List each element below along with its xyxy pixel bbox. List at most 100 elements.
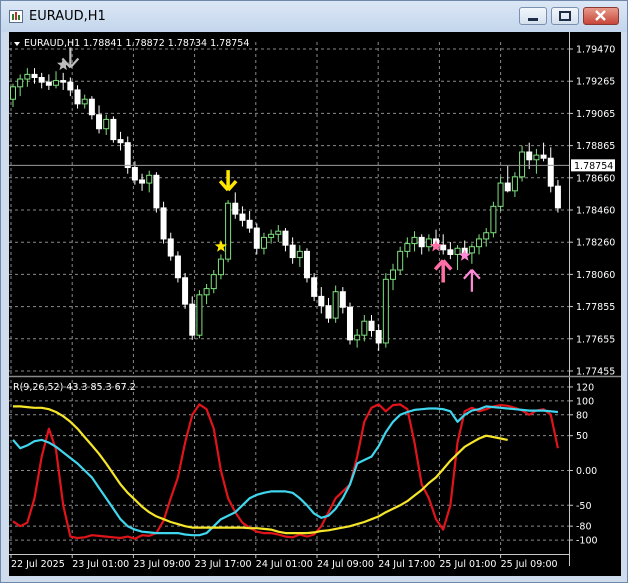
minimize-icon bbox=[528, 18, 538, 21]
bear-candle-body bbox=[339, 291, 346, 308]
chart-area[interactable]: 1.79470 1.79265 1.79065 1.78865 1.78660 1.784… bbox=[9, 32, 621, 576]
bear-candle-body bbox=[117, 139, 124, 144]
time-tick-label: 25 Jul 01:00 bbox=[439, 559, 496, 570]
bull-candle-body bbox=[468, 246, 475, 254]
indicator-tick-label: -50 bbox=[576, 501, 592, 512]
time-axis: 22 Jul 2025 23 Jul 01:00 23 Jul 09:00 23 Ju… bbox=[9, 554, 569, 570]
close-button[interactable] bbox=[583, 7, 619, 25]
bear-candle-body bbox=[139, 179, 146, 184]
restore-button[interactable] bbox=[551, 7, 579, 25]
bear-candle-body bbox=[160, 207, 167, 240]
bull-candle-body bbox=[217, 258, 224, 276]
chart-header: EURAUD,H1 1.78841 1.78872 1.78734 1.7875… bbox=[14, 38, 249, 49]
bull-candle-body bbox=[382, 278, 389, 344]
indicator-tick-label: 0.00 bbox=[576, 466, 597, 477]
time-tick-label: 24 Jul 17:00 bbox=[378, 559, 435, 570]
chart-window-icon bbox=[9, 10, 23, 23]
bull-candle-body bbox=[397, 250, 404, 271]
bull-candle-body bbox=[361, 320, 368, 336]
time-tick-label: 22 Jul 2025 bbox=[11, 559, 65, 570]
triangle-down-icon[interactable] bbox=[14, 42, 20, 46]
bear-candle-body bbox=[447, 249, 454, 255]
bull-candle-body bbox=[196, 294, 203, 336]
bear-candle-body bbox=[131, 167, 138, 181]
bull-candle-body bbox=[275, 230, 282, 235]
bear-candle-body bbox=[153, 174, 160, 209]
arrow-up-icon bbox=[433, 259, 453, 283]
time-tick-label: 23 Jul 09:00 bbox=[133, 559, 190, 570]
price-tick-label: 1.78460 bbox=[576, 206, 615, 217]
bear-candle-body bbox=[45, 81, 52, 86]
restore-icon bbox=[559, 11, 571, 21]
bull-candle-body bbox=[511, 176, 518, 192]
bull-candle-body bbox=[260, 236, 267, 249]
symbol-ohlc-label: EURAUD,H1 1.78841 1.78872 1.78734 1.7875… bbox=[24, 38, 249, 49]
bear-candle-body bbox=[174, 255, 181, 279]
price-tick-label: 1.79065 bbox=[576, 109, 615, 120]
bull-candle-body bbox=[17, 78, 24, 88]
price-tick-label: 1.78660 bbox=[576, 173, 615, 184]
bear-candle-body bbox=[311, 277, 318, 297]
bull-candle-body bbox=[146, 174, 153, 184]
bear-candle-body bbox=[303, 250, 310, 279]
indicator-lines bbox=[12, 403, 559, 540]
bull-candle-body bbox=[210, 274, 217, 290]
bull-candle-body bbox=[296, 250, 303, 259]
bear-candle-body bbox=[547, 157, 554, 187]
price-tick-label: 1.78260 bbox=[576, 238, 615, 249]
bear-candle-body bbox=[124, 142, 131, 169]
indicator-tick-label: -100 bbox=[576, 536, 598, 547]
time-tick-label: 23 Jul 01:00 bbox=[72, 559, 129, 570]
bull-candle-body bbox=[390, 269, 397, 280]
indicator-tick-label: 120 bbox=[576, 382, 594, 393]
indicator-tick-label: 100 bbox=[576, 396, 594, 407]
bull-candle-body bbox=[411, 236, 418, 245]
bull-candle-body bbox=[354, 334, 361, 341]
grid-lines bbox=[9, 42, 569, 374]
bear-candle-body bbox=[504, 182, 511, 192]
indicator-tick-label: 50 bbox=[576, 431, 588, 442]
bear-candle-body bbox=[318, 295, 325, 307]
chart-canvas[interactable]: 1.79470 1.79265 1.79065 1.78865 1.78660 1.784… bbox=[9, 32, 621, 576]
current-price-tag: 1.78754 bbox=[571, 159, 615, 172]
indicator-label: R(9,26,52) 43.3 85.3 67.2 bbox=[13, 382, 136, 393]
bear-candle-body bbox=[189, 303, 196, 336]
price-tick-label: 1.79470 bbox=[576, 45, 615, 56]
bear-candle-body bbox=[38, 76, 45, 83]
bear-candle-body bbox=[368, 320, 375, 332]
bear-candle-body bbox=[418, 236, 425, 248]
indicator-axis: 120 100 80 50 0.00 -50 -80 -100 bbox=[569, 382, 598, 547]
chart-window: EURAUD,H1 1.79470 1.79265 1.79065 1.78865 1.… bbox=[0, 0, 628, 583]
price-tick-label: 1.77655 bbox=[576, 334, 615, 345]
bear-candle-body bbox=[289, 244, 296, 259]
bear-candle-body bbox=[246, 219, 253, 229]
time-tick-label: 25 Jul 09:00 bbox=[501, 559, 558, 570]
bull-candle-body bbox=[225, 202, 232, 260]
bull-candle-body bbox=[53, 80, 60, 86]
price-tick-label: 1.78865 bbox=[576, 141, 615, 152]
indicator-tick-label: 80 bbox=[576, 410, 588, 421]
signal-markers bbox=[57, 47, 481, 292]
bull-candle-body bbox=[497, 182, 504, 207]
bull-candle-body bbox=[519, 151, 526, 178]
bear-candle-body bbox=[239, 213, 246, 221]
bull-candle-body bbox=[103, 118, 110, 130]
bear-candle-body bbox=[110, 118, 117, 141]
bear-candle-body bbox=[182, 277, 189, 305]
bull-candle-body bbox=[425, 238, 432, 248]
bear-candle-body bbox=[96, 114, 103, 130]
window-title: EURAUD,H1 bbox=[29, 9, 106, 24]
bear-candle-body bbox=[253, 227, 260, 249]
current-price-label: 1.78754 bbox=[574, 161, 613, 172]
bear-candle-body bbox=[440, 244, 447, 251]
time-tick-label: 23 Jul 17:00 bbox=[195, 559, 252, 570]
bull-candle-body bbox=[24, 73, 31, 80]
bull-candle-body bbox=[476, 238, 483, 248]
title-bar[interactable]: EURAUD,H1 bbox=[1, 1, 627, 32]
price-tick-label: 1.77855 bbox=[576, 302, 615, 313]
bull-candle-body bbox=[268, 233, 275, 238]
bull-candle-body bbox=[332, 291, 339, 319]
minimize-button[interactable] bbox=[519, 7, 547, 25]
bull-candle-body bbox=[404, 243, 411, 252]
bear-candle-body bbox=[88, 98, 95, 116]
